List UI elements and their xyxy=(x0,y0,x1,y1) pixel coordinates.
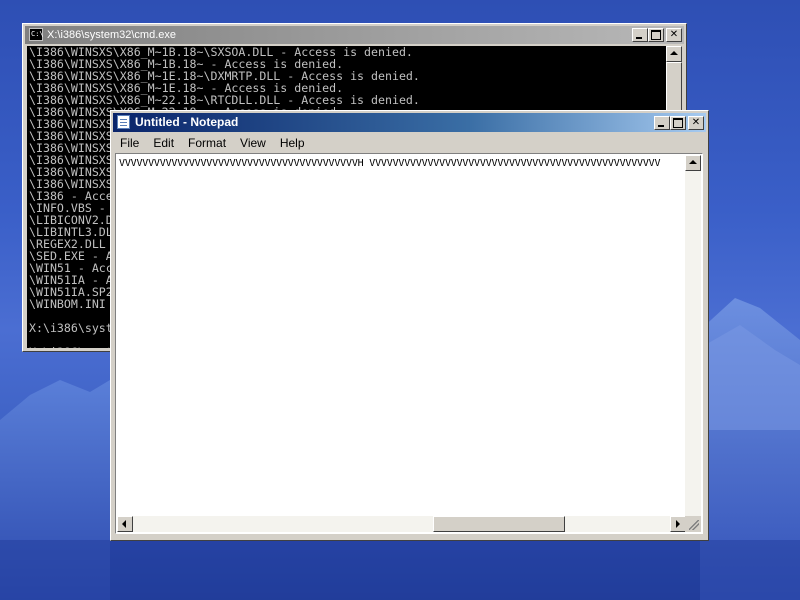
menu-view[interactable]: View xyxy=(233,134,273,152)
notepad-minimize-button[interactable] xyxy=(654,116,670,130)
notepad-scroll-right-button[interactable] xyxy=(670,516,686,532)
notepad-hscroll-thumb[interactable] xyxy=(433,516,565,532)
cmd-window-icon[interactable]: C:\ xyxy=(29,28,44,41)
notepad-scroll-up-button[interactable] xyxy=(685,155,701,171)
notepad-document-text: VVVVVVVVVVVVVVVVVVVVVVVVVVVVVVVVVVVVVVVV… xyxy=(119,158,661,169)
notepad-maximize-button[interactable] xyxy=(670,116,686,130)
cmd-caption-buttons: ✕ xyxy=(632,28,682,42)
notepad-caption-buttons: ✕ xyxy=(654,116,704,130)
notepad-vertical-scrollbar[interactable] xyxy=(685,155,701,517)
notepad-edit-area[interactable]: VVVVVVVVVVVVVVVVVVVVVVVVVVVVVVVVVVVVVVVV… xyxy=(115,153,703,534)
notepad-menubar: File Edit Format View Help xyxy=(113,133,706,152)
cmd-close-button[interactable]: ✕ xyxy=(666,28,682,42)
cmd-scroll-up-button[interactable] xyxy=(666,46,682,62)
notepad-titlebar[interactable]: Untitled - Notepad ✕ xyxy=(113,113,706,132)
cmd-maximize-button[interactable] xyxy=(648,28,664,42)
menu-format[interactable]: Format xyxy=(181,134,233,152)
notepad-scroll-left-button[interactable] xyxy=(117,516,133,532)
notepad-text-area[interactable]: VVVVVVVVVVVVVVVVVVVVVVVVVVVVVVVVVVVVVVVV… xyxy=(117,155,686,517)
notepad-icon[interactable] xyxy=(117,115,130,129)
cmd-minimize-button[interactable] xyxy=(632,28,648,42)
notepad-horizontal-scrollbar[interactable] xyxy=(117,516,686,532)
notepad-size-grip[interactable] xyxy=(685,516,701,532)
menu-help[interactable]: Help xyxy=(273,134,312,152)
cmd-titlebar[interactable]: C:\ X:\i386\system32\cmd.exe ✕ xyxy=(25,26,684,44)
notepad-close-button[interactable]: ✕ xyxy=(688,116,704,130)
notepad-window[interactable]: Untitled - Notepad ✕ File Edit Format Vi… xyxy=(110,110,709,541)
menu-edit[interactable]: Edit xyxy=(146,134,181,152)
cmd-window-title: X:\i386\system32\cmd.exe xyxy=(47,29,177,41)
notepad-window-title: Untitled - Notepad xyxy=(135,115,239,129)
menu-file[interactable]: File xyxy=(113,134,146,152)
